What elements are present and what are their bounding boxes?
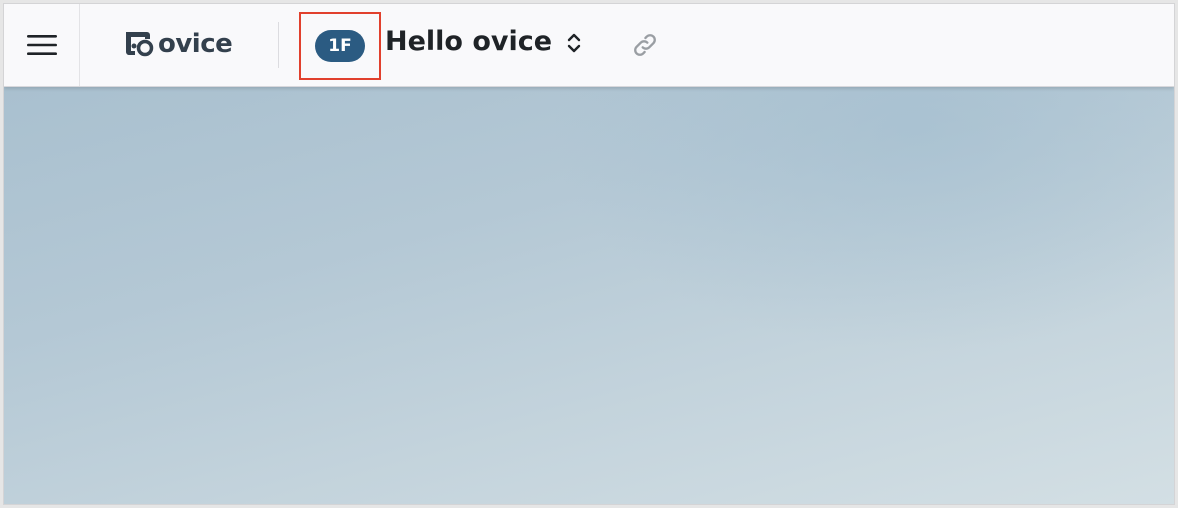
floor-badge-highlight: 1F <box>299 12 381 80</box>
floor-badge[interactable]: 1F <box>315 30 365 62</box>
brand-name: ovice <box>158 29 233 59</box>
copy-link-button[interactable] <box>630 30 660 60</box>
menu-button[interactable] <box>4 4 80 86</box>
chevron-up-down-icon <box>567 33 581 53</box>
space-switch-button[interactable] <box>562 28 586 58</box>
topbar-divider <box>278 22 279 68</box>
ovice-logo[interactable]: ovice <box>122 24 233 64</box>
top-bar: ovice 1F Hello ovice <box>4 4 1174 87</box>
link-icon <box>634 34 656 56</box>
app-window: ovice 1F Hello ovice <box>3 3 1175 505</box>
ovice-logo-icon <box>126 32 154 57</box>
space-title: Hello ovice <box>385 26 553 57</box>
space-canvas[interactable] <box>4 86 1174 504</box>
hamburger-menu-icon <box>26 35 57 55</box>
